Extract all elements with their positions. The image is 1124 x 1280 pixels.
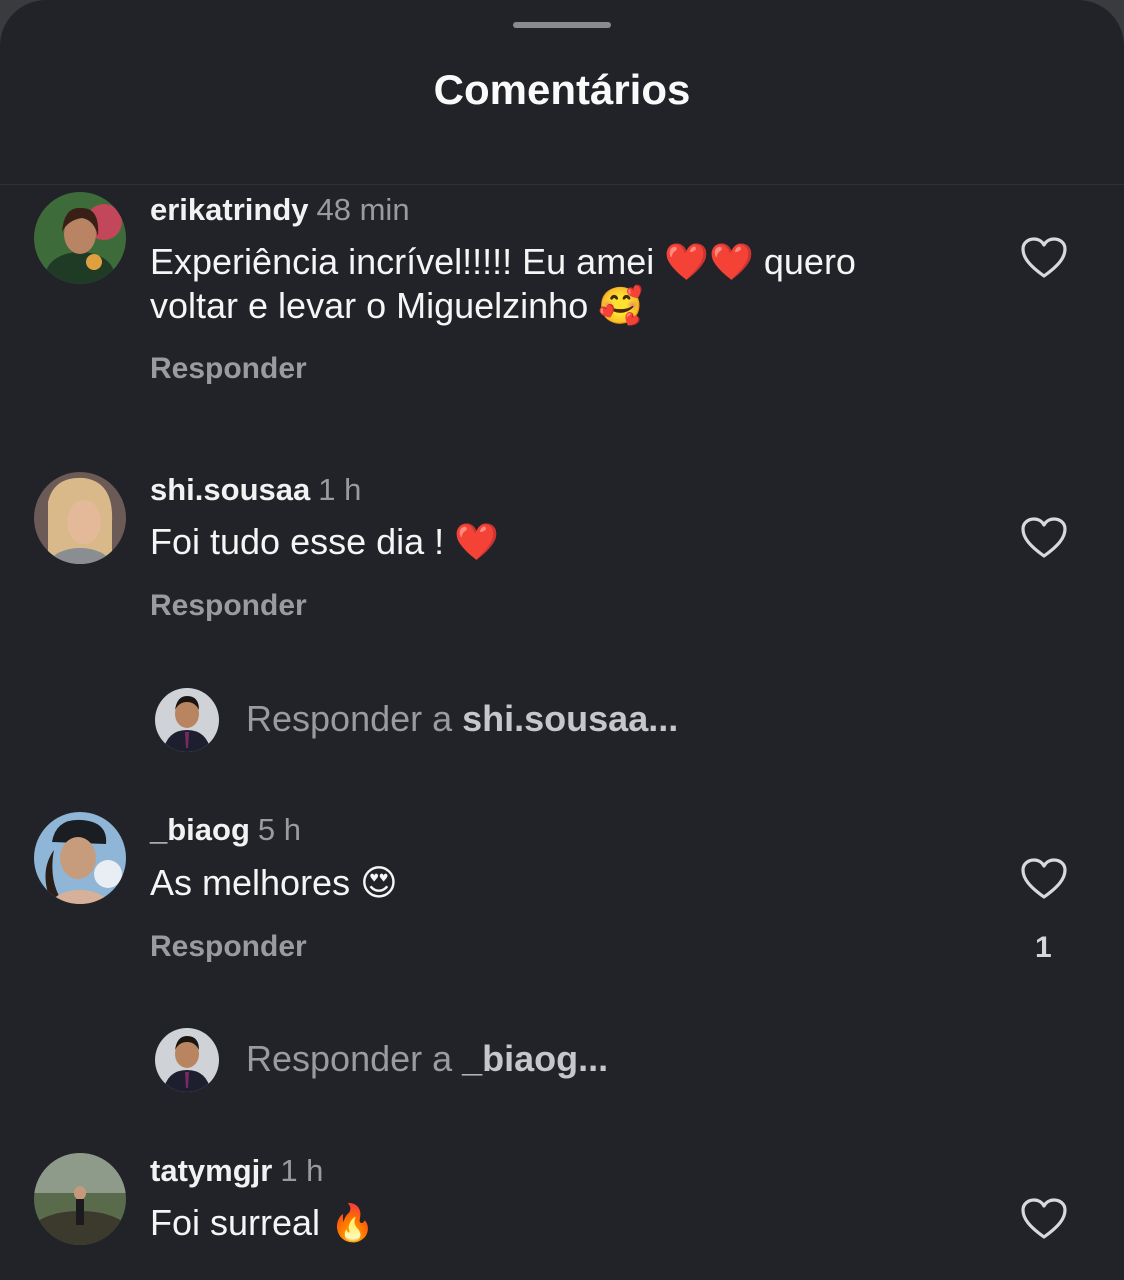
avatar[interactable]: [34, 472, 126, 564]
reply-button[interactable]: Responder: [150, 930, 307, 964]
username[interactable]: erikatrindy: [150, 192, 309, 227]
heart-emoji: ❤️: [454, 522, 499, 563]
like-button[interactable]: [1020, 516, 1068, 560]
comments-sheet: Comentários erikatrindy 48 min Experiênci…: [0, 0, 1124, 1280]
like-button[interactable]: [1020, 236, 1068, 280]
reply-button[interactable]: Responder: [150, 589, 307, 623]
reply-prompt[interactable]: Responder a shi.sousaa...: [246, 698, 678, 740]
reply-button[interactable]: Responder: [150, 352, 307, 386]
drag-handle[interactable]: [513, 22, 611, 28]
sheet-title: Comentários: [433, 66, 691, 113]
reply-prompt[interactable]: Responder a _biaog...: [246, 1038, 608, 1080]
my-avatar: [155, 688, 219, 752]
heart-outline-icon: [1021, 858, 1067, 899]
comment-meta: _biaog 5 h: [150, 812, 301, 848]
reply-input[interactable]: Responder a _biaog...: [0, 1026, 1124, 1096]
heart-outline-icon: [1021, 1198, 1067, 1239]
comment-text: As melhores 😍: [150, 862, 398, 904]
fire-emoji: 🔥: [330, 1203, 375, 1244]
username[interactable]: tatymgjr: [150, 1153, 272, 1188]
username[interactable]: _biaog: [150, 812, 250, 847]
avatar[interactable]: [34, 1153, 126, 1245]
smiling-hearts-emoji: 🥰: [598, 286, 644, 327]
like-count: 1: [1035, 931, 1052, 964]
avatar[interactable]: [34, 812, 126, 904]
username[interactable]: shi.sousaa: [150, 472, 310, 507]
comment-meta: shi.sousaa 1 h: [150, 472, 361, 508]
timestamp: 48 min: [316, 192, 410, 227]
like-button[interactable]: [1020, 1197, 1068, 1241]
timestamp: 5 h: [257, 812, 302, 847]
divider: [0, 184, 1124, 185]
timestamp: 1 h: [280, 1153, 324, 1188]
heart-emoji: ❤️❤️: [664, 242, 754, 283]
heart-eyes-emoji: 😍: [360, 863, 398, 904]
comment-meta: tatymgjr 1 h: [150, 1153, 323, 1189]
heart-outline-icon: [1021, 237, 1067, 278]
my-avatar: [155, 1028, 219, 1092]
avatar[interactable]: [34, 192, 126, 284]
heart-outline-icon: [1021, 517, 1067, 558]
comment-text: Experiência incrível!!!!! Eu amei ❤️❤️ q…: [150, 241, 856, 327]
reply-input[interactable]: Responder a shi.sousaa...: [0, 686, 1124, 756]
timestamp: 1 h: [318, 472, 362, 507]
comment-meta: erikatrindy 48 min: [150, 192, 410, 228]
comment-text: Foi tudo esse dia ! ❤️: [150, 521, 499, 563]
comment-text: Foi surreal 🔥: [150, 1202, 375, 1244]
like-button[interactable]: [1020, 857, 1068, 901]
